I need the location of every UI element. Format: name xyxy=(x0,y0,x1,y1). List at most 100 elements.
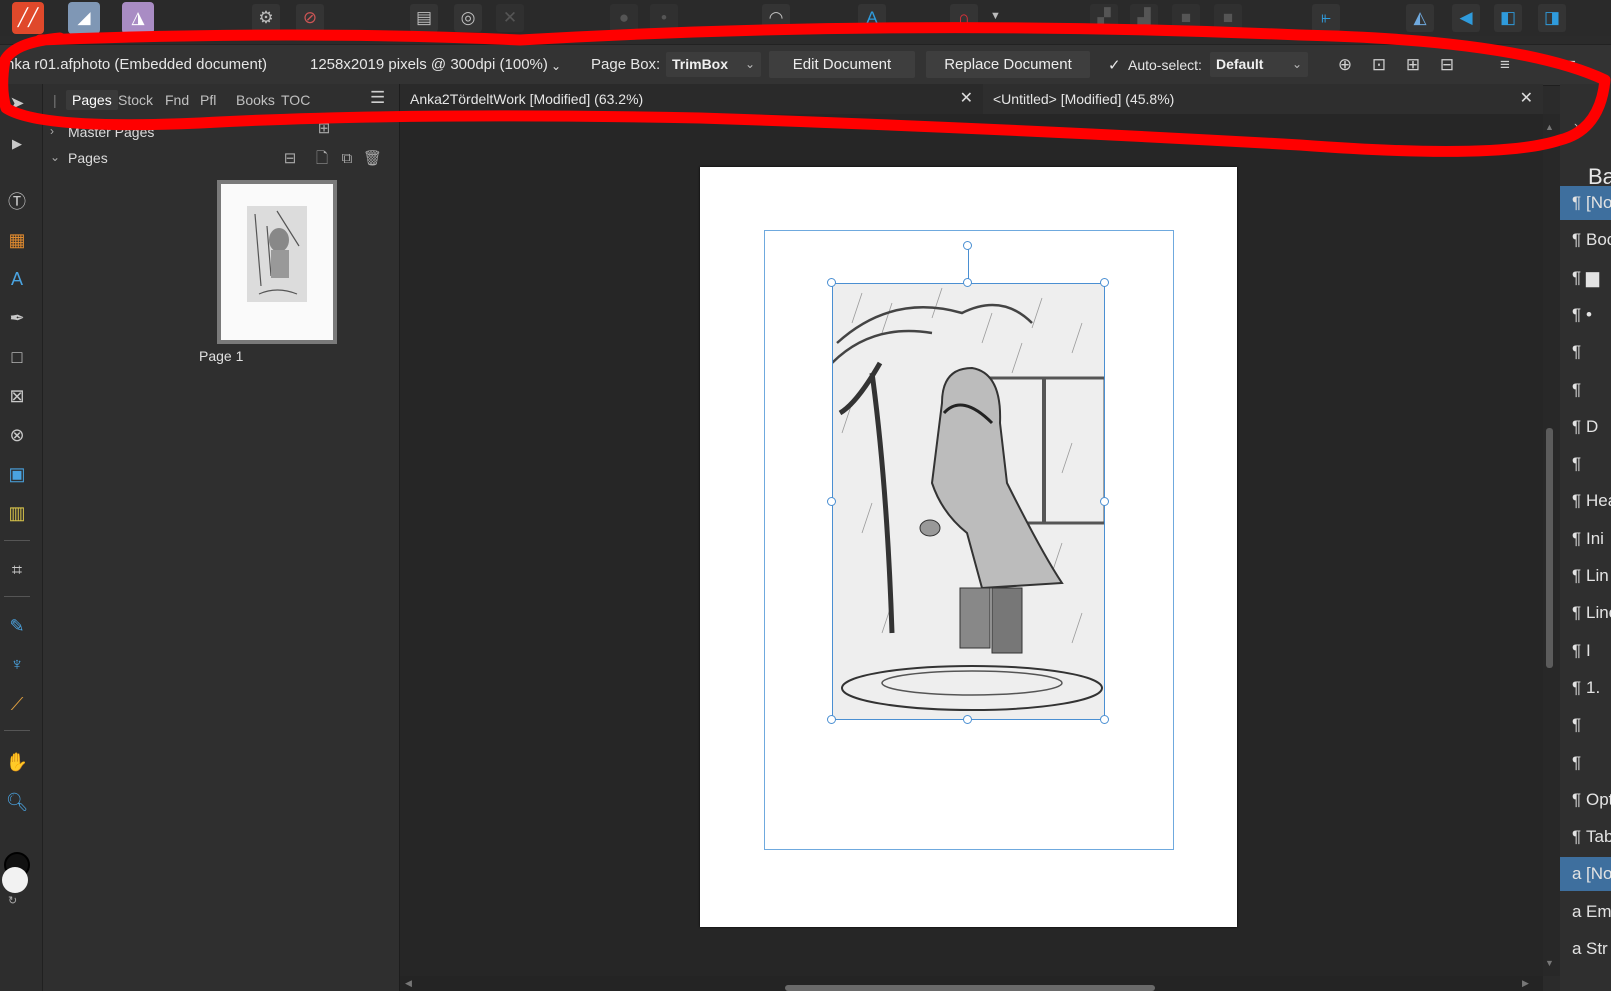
align-left-icon[interactable]: ⫦ xyxy=(1312,4,1340,32)
pages-section[interactable]: ⌄ Pages ⊟ 🗋︎ ⧉ 🗑︎ xyxy=(43,146,399,172)
resize-handle-bottom-right[interactable] xyxy=(1100,715,1109,724)
text-style-item[interactable]: ¶ • xyxy=(1560,298,1611,332)
text-style-item[interactable]: a Em xyxy=(1560,895,1611,929)
arrange-back-icon[interactable]: ▟ xyxy=(1130,4,1158,32)
duplicate-page-icon[interactable]: ⧉ xyxy=(338,150,356,168)
fill-color-swatch[interactable] xyxy=(2,867,28,893)
distribute-icon[interactable]: ⊞ xyxy=(1402,54,1424,76)
document-tab-active[interactable]: Anka2TördeltWork [Modified] (63.2%) ✕ xyxy=(400,84,983,114)
resize-handle-top-right[interactable] xyxy=(1100,278,1109,287)
text-style-item[interactable]: ¶ xyxy=(1560,335,1611,369)
master-pages-section[interactable]: › Master Pages ⊞ xyxy=(43,120,399,146)
scroll-up-icon[interactable]: ▲ xyxy=(1545,122,1554,132)
node-tool-icon[interactable]: ▶ xyxy=(3,130,31,158)
text-style-item[interactable]: ¶ [No xyxy=(1560,186,1611,220)
crop-tool-icon[interactable]: ⌗ xyxy=(3,556,31,584)
vertical-scroll-thumb[interactable] xyxy=(1546,428,1553,668)
resize-handle-left[interactable] xyxy=(827,497,836,506)
dot-icon[interactable]: • xyxy=(650,4,678,32)
data-merge-tool-icon[interactable]: ▥ xyxy=(3,499,31,527)
frame-text-tool-icon[interactable]: Ⓣ xyxy=(3,188,31,216)
table-tool-icon[interactable]: ▦ xyxy=(3,226,31,254)
text-style-item[interactable]: ¶ xyxy=(1560,746,1611,780)
tab-preflight[interactable]: Pfl xyxy=(200,92,216,108)
transform-origin-icon[interactable]: ⊕ xyxy=(1334,54,1356,76)
dimensions-dropdown-icon[interactable]: ⌄ xyxy=(551,59,561,73)
close-disabled-icon[interactable]: ✕ xyxy=(496,4,524,32)
text-style-item[interactable]: ¶Line xyxy=(1560,596,1611,630)
text-style-item[interactable]: a Str xyxy=(1560,932,1611,966)
page-options-icon[interactable]: ⊟ xyxy=(281,150,299,168)
text-style-item[interactable]: ¶ xyxy=(1560,708,1611,742)
text-style-item[interactable]: ¶ xyxy=(1560,447,1611,481)
tab-stock[interactable]: Stock xyxy=(118,92,153,108)
arrange-forward-icon[interactable]: ■ xyxy=(1214,4,1242,32)
text-style-item[interactable]: ¶ Opt xyxy=(1560,783,1611,817)
preferences-icon[interactable]: ⚙ xyxy=(252,4,280,32)
edit-document-button[interactable]: Edit Document xyxy=(769,51,915,78)
swap-colors-icon[interactable]: ↻ xyxy=(8,894,17,907)
picture-frame-tool-icon[interactable]: ⊠ xyxy=(3,382,31,410)
rotation-handle[interactable] xyxy=(963,241,972,250)
designer-persona-icon[interactable]: ◢ xyxy=(68,2,100,34)
publisher-persona-icon[interactable]: ╱╱ xyxy=(12,2,44,34)
auto-select-dropdown[interactable]: Default ⌄ xyxy=(1210,52,1308,77)
pen-tool-icon[interactable]: ✒ xyxy=(3,304,31,332)
resize-handle-top[interactable] xyxy=(963,278,972,287)
replace-document-button[interactable]: Replace Document xyxy=(926,51,1090,78)
tab-books[interactable]: Books xyxy=(236,92,275,108)
text-style-item[interactable]: a [No xyxy=(1560,857,1611,891)
close-tab-icon[interactable]: ✕ xyxy=(960,84,973,114)
bounding-box-icon[interactable]: ⊡ xyxy=(1368,54,1390,76)
zoom-tool-icon[interactable]: 🔍︎ xyxy=(3,788,31,816)
add-master-icon[interactable]: ⊞ xyxy=(315,120,333,138)
tab-find[interactable]: Fnd xyxy=(165,92,189,108)
scroll-down-icon[interactable]: ▼ xyxy=(1545,958,1554,968)
page-thumbnail[interactable] xyxy=(217,180,337,344)
rotate-right-icon[interactable]: ◨ xyxy=(1538,4,1566,32)
close-tab-icon[interactable]: ✕ xyxy=(1520,84,1533,114)
text-style-item[interactable]: ¶ Lin xyxy=(1560,559,1611,593)
align-left-context-icon[interactable]: ≡ xyxy=(1494,54,1516,76)
text-style-item[interactable]: ¶ I xyxy=(1560,634,1611,668)
arrange-icon[interactable]: ▞ xyxy=(1090,4,1118,32)
horizontal-scroll-thumb[interactable] xyxy=(785,985,1155,991)
selection-bounding-box[interactable] xyxy=(832,283,1105,720)
ellipse-frame-tool-icon[interactable]: ⊗ xyxy=(3,421,31,449)
rectangle-tool-icon[interactable]: □ xyxy=(3,343,31,371)
text-style-item[interactable]: ¶ ▆ xyxy=(1560,261,1611,295)
text-style-item[interactable]: ¶Boc xyxy=(1560,223,1611,257)
pin-icon[interactable]: ● xyxy=(610,4,638,32)
text-frame-icon[interactable]: A̲ xyxy=(858,4,886,32)
tab-toc[interactable]: TOC xyxy=(281,92,310,108)
resize-handle-bottom[interactable] xyxy=(963,715,972,724)
snapping-dropdown-icon[interactable]: ▼ xyxy=(990,10,1001,22)
auto-select-checkbox[interactable]: ✓ xyxy=(1108,56,1121,74)
color-picker-tool-icon[interactable]: ⟋ xyxy=(3,690,31,718)
tab-pages[interactable]: Pages xyxy=(66,90,118,110)
photo-persona-icon[interactable]: ◮ xyxy=(122,2,154,34)
add-page-icon[interactable]: 🗋︎ xyxy=(313,150,331,168)
rotate-left-icon[interactable]: ◧ xyxy=(1494,4,1522,32)
view-mode-icon[interactable]: ◠ xyxy=(762,4,790,32)
resize-handle-bottom-left[interactable] xyxy=(827,715,836,724)
move-tool-icon[interactable]: ➤ xyxy=(3,89,31,117)
text-style-item[interactable]: ¶ Tab xyxy=(1560,820,1611,854)
text-style-item[interactable]: ¶Hea xyxy=(1560,484,1611,518)
text-style-item[interactable]: ¶ 1. xyxy=(1560,671,1611,705)
text-style-item[interactable]: ¶ xyxy=(1560,373,1611,407)
place-image-tool-icon[interactable]: ▣ xyxy=(3,460,31,488)
text-style-item[interactable]: ¶ Ini xyxy=(1560,522,1611,556)
panel-expand-icon[interactable]: › xyxy=(1574,118,1578,133)
text-style-item[interactable]: ¶ D xyxy=(1560,410,1611,444)
document-dimensions[interactable]: 1258x2019 pixels @ 300dpi (100%) xyxy=(310,56,548,73)
vector-brush-tool-icon[interactable]: ♆ xyxy=(3,650,31,678)
align-right-context-icon[interactable]: ≡ xyxy=(1560,54,1582,76)
scroll-right-icon[interactable]: ▶ xyxy=(1522,978,1529,989)
preflight-icon[interactable]: ◎ xyxy=(454,4,482,32)
arrange-front-icon[interactable]: ■ xyxy=(1172,4,1200,32)
artistic-text-tool-icon[interactable]: A xyxy=(3,265,31,293)
paint-brush-tool-icon[interactable]: ✎ xyxy=(3,612,31,640)
grid-select-icon[interactable]: ⊟ xyxy=(1436,54,1458,76)
view-tool-icon[interactable]: ✋ xyxy=(3,748,31,776)
